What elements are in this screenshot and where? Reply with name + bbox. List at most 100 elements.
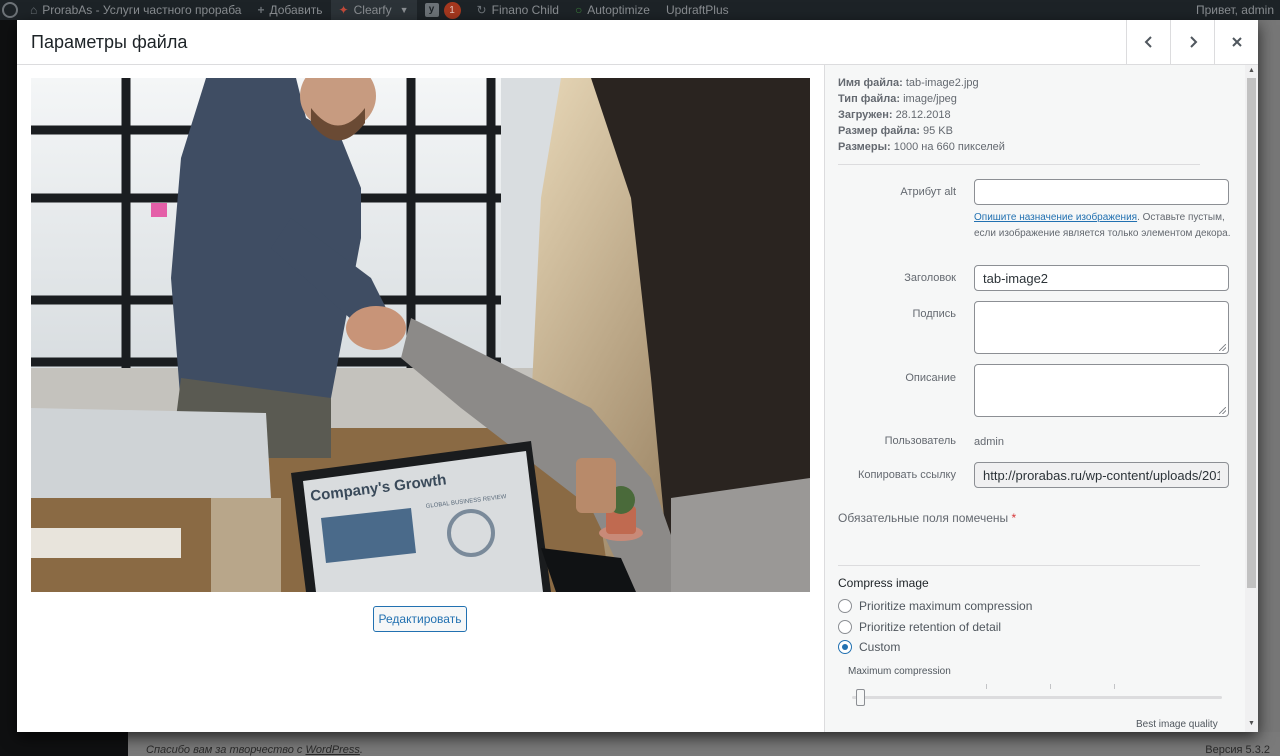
slider-handle[interactable] <box>856 689 865 706</box>
uploaded-value: 28.12.2018 <box>895 109 951 121</box>
divider <box>838 164 1200 165</box>
attachment-details-modal: Параметры файла Company's Growth GLOBAL … <box>17 20 1258 732</box>
home-icon: ⌂ <box>30 3 38 17</box>
divider <box>838 565 1200 566</box>
wp-version: Версия 5.3.2 <box>1205 744 1270 756</box>
uploaded-row: Загружен: 28.12.2018 <box>838 107 1005 123</box>
required-fields-note: Обязательные поля помечены * <box>838 511 1016 525</box>
radio-retain-detail[interactable]: Prioritize retention of detail <box>838 620 1001 634</box>
caption-textarea[interactable] <box>974 301 1229 354</box>
file-size-label: Размер файла: <box>838 125 920 137</box>
radio-button[interactable] <box>838 620 852 634</box>
updraftplus-menu[interactable]: UpdraftPlus <box>658 0 737 20</box>
dropdown-arrow-icon: ▼ <box>399 5 409 15</box>
autoptimize-label: Autoptimize <box>587 3 650 17</box>
slider-tick <box>1050 684 1051 689</box>
copy-link-input[interactable] <box>974 462 1229 488</box>
title-label: Заголовок <box>904 272 956 284</box>
footer-thanks-text: Спасибо вам за творчество с <box>146 744 306 756</box>
dimensions-row: Размеры: 1000 на 660 пикселей <box>838 139 1005 155</box>
modal-header: Параметры файла <box>17 20 1258 65</box>
add-new-label: Добавить <box>269 3 323 17</box>
autoptimize-menu[interactable]: ○ Autoptimize <box>567 0 658 20</box>
updraftplus-label: UpdraftPlus <box>665 3 729 17</box>
site-name-label: ProrabAs - Услуги частного прораба <box>42 3 242 17</box>
title-input[interactable] <box>974 265 1229 291</box>
wordpress-logo-menu[interactable] <box>0 0 22 20</box>
alt-text-input[interactable] <box>974 179 1229 205</box>
alt-text-help: Опишите назначение изображения. Оставьте… <box>974 210 1236 242</box>
modal-title: Параметры файла <box>31 32 188 52</box>
close-button[interactable] <box>1214 20 1258 64</box>
scroll-up-icon[interactable]: ▲ <box>1248 67 1255 74</box>
attachment-details-pane: Имя файла: tab-image2.jpg Тип файла: ima… <box>824 65 1258 732</box>
alt-help-link[interactable]: Опишите назначение изображения <box>974 212 1137 223</box>
file-size-value: 95 KB <box>923 125 953 137</box>
uploaded-by-label: Пользователь <box>884 435 956 447</box>
compress-image-title: Compress image <box>838 576 929 590</box>
dimensions-value: 1000 на 660 пикселей <box>893 141 1005 153</box>
alt-text-label: Атрибут alt <box>900 186 956 198</box>
file-size-row: Размер файла: 95 KB <box>838 123 1005 139</box>
slider-min-label: Maximum compression <box>848 666 951 677</box>
clearfy-label: Clearfy <box>353 3 392 17</box>
handshake-photo: Company's Growth GLOBAL BUSINESS REVIEW <box>31 78 810 592</box>
yoast-seo-menu[interactable]: y 1 <box>417 0 469 20</box>
clearfy-menu[interactable]: ✦ Clearfy ▼ <box>330 0 417 20</box>
radio-custom[interactable]: Custom <box>838 640 900 654</box>
wordpress-link[interactable]: WordPress <box>305 744 359 756</box>
file-name-label: Имя файла: <box>838 77 903 89</box>
previous-button[interactable] <box>1126 20 1170 64</box>
uploaded-label: Загружен: <box>838 109 893 121</box>
copy-link-label: Копировать ссылку <box>857 469 956 481</box>
required-star: * <box>1011 511 1017 525</box>
chevron-left-icon <box>1144 36 1152 48</box>
radio-label: Prioritize maximum compression <box>859 599 1033 613</box>
radio-label: Prioritize retention of detail <box>859 620 1002 634</box>
slider-max-label: Best image quality <box>1136 719 1218 730</box>
notification-badge: 1 <box>443 1 461 19</box>
close-icon <box>1231 37 1242 47</box>
wordpress-logo-icon <box>2 2 18 18</box>
edit-image-button[interactable]: Редактировать <box>373 606 467 632</box>
clearfy-icon: ✦ <box>338 3 349 17</box>
greeting-label: Привет, admin <box>1195 3 1274 17</box>
radio-button-checked[interactable] <box>838 640 852 654</box>
footer-thanks-suffix: . <box>359 744 363 756</box>
theme-menu[interactable]: ↻ Finano Child <box>469 0 567 20</box>
add-new-menu[interactable]: + Добавить <box>249 0 330 20</box>
required-note-text: Обязательные поля помечены <box>838 511 1009 525</box>
uploaded-by-value: admin <box>974 436 1004 448</box>
attachment-image: Company's Growth GLOBAL BUSINESS REVIEW <box>31 78 810 592</box>
radio-button[interactable] <box>838 599 852 613</box>
user-account-menu[interactable]: Привет, admin <box>1188 0 1280 20</box>
admin-bar: ⌂ ProrabAs - Услуги частного прораба + Д… <box>0 0 1280 20</box>
footer-thanks: Спасибо вам за творчество с WordPress. <box>146 744 363 756</box>
slider-tick <box>1114 684 1115 689</box>
plus-icon: + <box>257 3 265 17</box>
admin-footer: Спасибо вам за творчество с WordPress. В… <box>128 732 1280 756</box>
site-name-menu[interactable]: ⌂ ProrabAs - Услуги частного прораба <box>22 0 249 20</box>
scroll-down-icon[interactable]: ▼ <box>1248 720 1255 727</box>
scroll-thumb[interactable] <box>1247 78 1256 588</box>
description-label: Описание <box>905 372 956 384</box>
description-textarea[interactable] <box>974 364 1229 417</box>
media-preview-pane: Company's Growth GLOBAL BUSINESS REVIEW … <box>17 65 824 732</box>
file-info: Имя файла: tab-image2.jpg Тип файла: ima… <box>838 75 1005 155</box>
file-type-label: Тип файла: <box>838 93 901 105</box>
caption-label: Подпись <box>912 308 956 320</box>
file-type-value: image/jpeg <box>903 93 957 105</box>
file-type-row: Тип файла: image/jpeg <box>838 91 1005 107</box>
radio-label: Custom <box>859 640 901 654</box>
file-name-value: tab-image2.jpg <box>905 77 979 89</box>
radio-max-compression[interactable]: Prioritize maximum compression <box>838 599 1032 613</box>
next-button[interactable] <box>1170 20 1214 64</box>
details-scrollbar[interactable]: ▲ ▼ <box>1245 65 1258 732</box>
status-circle-icon: ○ <box>574 3 583 17</box>
compression-slider[interactable] <box>852 696 1222 699</box>
dimensions-label: Размеры: <box>838 141 891 153</box>
yoast-icon: y <box>424 3 439 17</box>
theme-label: Finano Child <box>491 3 559 17</box>
chevron-right-icon <box>1189 36 1197 48</box>
refresh-icon: ↻ <box>476 3 487 17</box>
